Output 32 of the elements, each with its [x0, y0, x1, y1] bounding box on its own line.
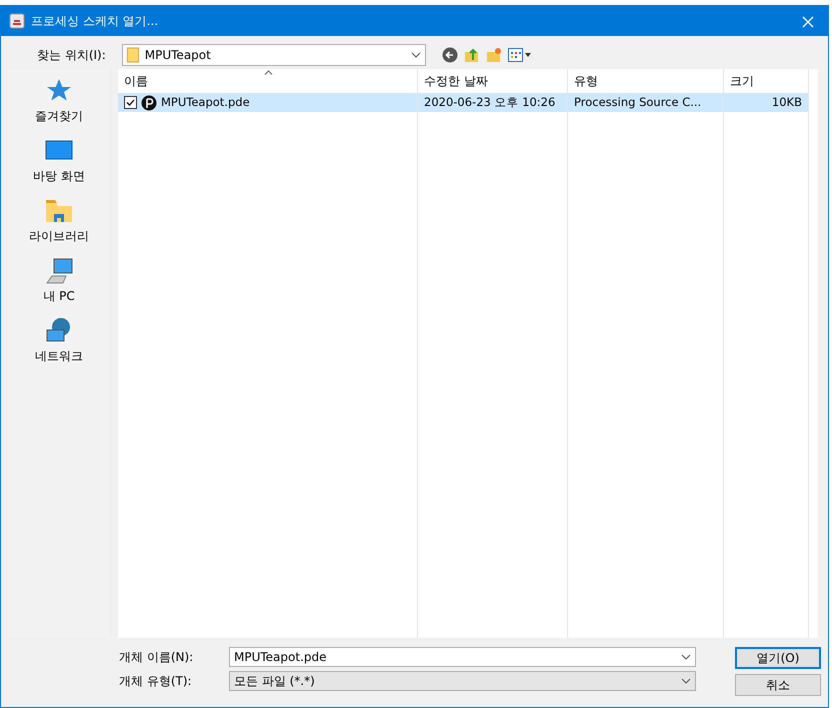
view-menu-icon[interactable] — [508, 48, 532, 62]
library-folder-icon[interactable] — [45, 197, 73, 225]
folder-icon — [126, 46, 139, 62]
computer-icon[interactable] — [45, 257, 73, 285]
folder-up-icon[interactable] — [464, 46, 480, 62]
file-name-field[interactable]: MPUTeapot.pde — [229, 647, 696, 667]
cancel-button[interactable]: 취소 — [735, 674, 821, 696]
sidebar-item[interactable]: 내 PC — [43, 287, 75, 305]
field-label: 개체 유형(T): — [119, 673, 193, 690]
sidebar-item[interactable]: 즐겨찾기 — [35, 107, 83, 125]
processing-file-icon — [141, 94, 157, 110]
location-label: 찾는 위치(I): — [37, 46, 106, 64]
window-title: 프로세싱 스케치 열기... — [31, 13, 158, 30]
open-button[interactable]: 열기(O) — [735, 647, 821, 669]
caret-icon — [681, 678, 691, 684]
sidebar-item[interactable]: 바탕 화면 — [33, 167, 85, 185]
field-label: 개체 이름(N): — [119, 649, 194, 666]
caret-icon — [681, 654, 691, 660]
sort-icon — [264, 70, 273, 75]
cell-text: MPUTeapot.pde — [161, 94, 250, 111]
cell-text: 10KB — [772, 94, 802, 111]
location-dropdown[interactable]: MPUTeapot — [122, 44, 426, 66]
close-icon — [802, 16, 814, 28]
cell-text: Processing Source C... — [574, 94, 702, 111]
back-icon[interactable] — [442, 46, 458, 62]
sidebar-item[interactable]: 라이브러리 — [29, 227, 89, 245]
sidebar-item[interactable]: 네트워크 — [35, 347, 83, 365]
file-type-dropdown[interactable]: 모든 파일 (*.*) — [229, 671, 696, 691]
cell-text: 2020-06-23 오후 10:26 — [424, 94, 556, 111]
checkbox[interactable] — [124, 96, 137, 109]
caret-icon — [410, 52, 421, 58]
app-icon — [9, 13, 25, 29]
